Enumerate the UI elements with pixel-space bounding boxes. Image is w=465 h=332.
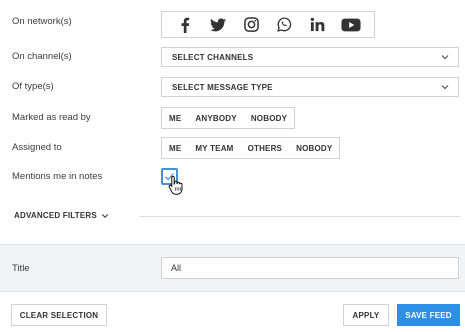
assigned-option-my-team[interactable]: MY TEAM [188,144,240,153]
assigned-option-nobody[interactable]: NOBODY [289,144,339,153]
chevron-down-icon [101,213,109,218]
twitter-icon[interactable] [207,14,229,36]
channel-label: On channel(s) [12,51,72,62]
assigned-option-me[interactable]: ME [162,144,188,153]
advanced-filters-label: ADVANCED FILTERS [14,211,97,220]
mentions-label: Mentions me in notes [12,171,103,182]
type-select-value: SELECT MESSAGE TYPE [172,82,273,92]
advanced-filters-toggle[interactable]: ADVANCED FILTERS [14,211,109,220]
read-option-nobody[interactable]: NOBODY [244,114,294,123]
linkedin-icon[interactable] [307,14,329,36]
chevron-down-icon [441,85,449,90]
channel-select[interactable]: SELECT CHANNELS [161,47,459,67]
assigned-group: ME MY TEAM OTHERS NOBODY [161,137,341,159]
read-option-me[interactable]: ME [162,114,188,123]
read-by-group: ME ANYBODY NOBODY [161,107,296,129]
facebook-icon[interactable] [174,14,196,36]
type-select[interactable]: SELECT MESSAGE TYPE [161,77,459,97]
type-label: Of type(s) [12,81,54,92]
hand-cursor-icon [168,175,183,195]
clear-selection-button[interactable]: CLEAR SELECTION [11,304,107,326]
whatsapp-icon[interactable] [274,14,296,36]
channel-select-value: SELECT CHANNELS [172,52,254,62]
assigned-option-others[interactable]: OTHERS [241,144,290,153]
apply-button[interactable]: APPLY [343,304,389,326]
title-label: Title [12,263,30,274]
assigned-label: Assigned to [12,142,62,153]
divider [139,216,460,217]
title-input-value: All [171,263,182,273]
read-label: Marked as read by [12,112,91,123]
save-feed-button[interactable]: SAVE FEED [397,304,460,326]
title-input[interactable]: All [161,257,459,279]
chevron-down-icon [441,55,449,60]
read-option-anybody[interactable]: ANYBODY [188,114,243,123]
network-label: On network(s) [12,16,72,27]
instagram-icon[interactable] [240,14,262,36]
network-selector [161,11,375,38]
youtube-icon[interactable] [340,14,362,36]
